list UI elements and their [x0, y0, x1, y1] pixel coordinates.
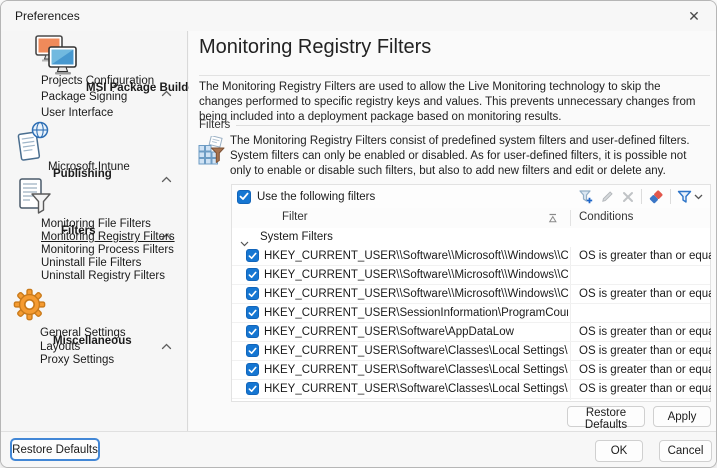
chevron-up-icon[interactable]: [161, 337, 172, 355]
restore-defaults-button[interactable]: Restore Defaults: [567, 406, 645, 427]
row-checkbox[interactable]: [246, 382, 259, 395]
conditions-cell: OS is greater than or equal to W: [579, 288, 711, 300]
sidebar-item-uninstall-registry-filters[interactable]: Uninstall Registry Filters: [41, 270, 165, 283]
filter-cell: HKEY_CURRENT_USER\SessionInformation\Pro…: [264, 307, 568, 319]
ok-button[interactable]: OK: [595, 440, 643, 462]
conditions-cell: OS is greater than or equal to W: [579, 250, 711, 262]
group-row-system-filters[interactable]: System Filters: [232, 228, 710, 247]
titlebar: Preferences ✕: [1, 1, 717, 31]
chevron-up-icon[interactable]: [161, 170, 172, 188]
filter-cell: HKEY_CURRENT_USER\\Software\\Microsoft\\…: [264, 250, 568, 262]
add-filter-icon[interactable]: [578, 189, 594, 205]
row-checkbox[interactable]: [246, 268, 259, 281]
footer: Restore Defaults OK Cancel: [1, 431, 717, 468]
filters-toolbar: Use the following filters: [231, 184, 711, 209]
table-row[interactable]: HKEY_CURRENT_USER\Software\AppDataLow OS…: [232, 323, 710, 342]
table-row[interactable]: HKEY_CURRENT_USER\\Software\\Microsoft\\…: [232, 266, 710, 285]
use-filters-label[interactable]: Use the following filters: [257, 191, 375, 203]
filters-group-line: [236, 125, 710, 126]
filter-cell: HKEY_CURRENT_USER\\Software\\Microsoft\\…: [264, 269, 568, 281]
filters-table: System Filters HKEY_CURRENT_USER\\Softwa…: [231, 228, 711, 402]
close-icon[interactable]: ✕: [684, 7, 704, 25]
chevron-up-icon[interactable]: [161, 84, 172, 102]
filter-cell: HKEY_CURRENT_USER\Software\Classes\Local…: [264, 345, 568, 357]
publishing-icon: [16, 121, 50, 168]
conditions-cell: OS is greater than or equal to W: [579, 364, 711, 376]
apply-button[interactable]: Apply: [653, 406, 711, 427]
table-row[interactable]: HKEY_CURRENT_USER\Software\Classes\Local…: [232, 380, 710, 399]
sidebar-item-monitoring-process-filters[interactable]: Monitoring Process Filters: [41, 244, 174, 257]
table-row[interactable]: HKEY_CURRENT_USER\Software\Classes\Local…: [232, 361, 710, 380]
sidebar-item-package-signing[interactable]: Package Signing: [41, 91, 127, 104]
cancel-button[interactable]: Cancel: [659, 440, 712, 462]
column-header-conditions[interactable]: Conditions: [579, 211, 633, 223]
sidebar-item-microsoft-intune[interactable]: Microsoft Intune: [48, 161, 130, 174]
column-header-filter[interactable]: Filter: [282, 211, 308, 223]
sort-ascending-icon: [548, 213, 559, 227]
sidebar-item-proxy-settings[interactable]: Proxy Settings: [40, 354, 114, 367]
column-divider: [570, 210, 571, 226]
registry-filter-icon: [198, 136, 225, 170]
page-title: Monitoring Registry Filters: [199, 36, 431, 59]
table-row[interactable]: HKEY_CURRENT_USER\\Software\\Microsoft\\…: [232, 285, 710, 304]
delete-filter-icon[interactable]: [621, 190, 635, 204]
conditions-cell: OS is greater than or equal to W: [579, 326, 711, 338]
row-checkbox[interactable]: [246, 306, 259, 319]
filter-cell: HKEY_CURRENT_USER\\Software\\Microsoft\\…: [264, 288, 568, 300]
toolbar-separator: [670, 189, 671, 204]
eraser-icon[interactable]: [648, 189, 664, 205]
conditions-cell: OS is greater than or equal to W: [579, 383, 711, 395]
window-title: Preferences: [15, 9, 80, 23]
row-checkbox[interactable]: [246, 249, 259, 262]
row-checkbox[interactable]: [246, 325, 259, 338]
filter-cell: HKEY_CURRENT_USER\Software\Classes\Local…: [264, 383, 568, 395]
title-divider: [199, 75, 710, 76]
toolbar-buttons: [578, 189, 710, 205]
filter-cell: HKEY_CURRENT_USER\Software\Classes\Local…: [264, 364, 568, 376]
preferences-dialog: Preferences ✕ MSI Package Builder Projec…: [0, 0, 717, 468]
table-row[interactable]: HKEY_CURRENT_USER\SessionInformation\Pro…: [232, 304, 710, 323]
table-row[interactable]: HKEY_CURRENT_USER\\Software\\Microsoft\\…: [232, 247, 710, 266]
edit-filter-icon[interactable]: [600, 189, 615, 204]
table-row[interactable]: HKEY_CURRENT_USER\Software\Classes\Local…: [232, 342, 710, 361]
sidebar-item-user-interface[interactable]: User Interface: [41, 107, 113, 120]
main-panel: Monitoring Registry Filters The Monitori…: [189, 31, 717, 431]
sidebar-item-projects-configuration[interactable]: Projects Configuration: [41, 75, 154, 88]
row-checkbox[interactable]: [246, 344, 259, 357]
sidebar-item-general-settings[interactable]: General Settings: [40, 327, 126, 340]
sidebar: MSI Package Builder Projects Configurati…: [1, 31, 188, 431]
table-header: Filter Conditions: [231, 208, 711, 229]
sidebar-item-monitoring-registry-filters[interactable]: Monitoring Registry Filters: [41, 231, 175, 244]
use-filters-checkbox[interactable]: [237, 190, 251, 204]
filter-cell: HKEY_CURRENT_USER\Software\AppDataLow: [264, 326, 568, 338]
gear-icon: [13, 288, 46, 326]
sidebar-item-uninstall-file-filters[interactable]: Uninstall File Filters: [41, 257, 141, 270]
filters-icon: [18, 177, 52, 219]
restore-all-defaults-button[interactable]: Restore Defaults: [10, 438, 100, 461]
filters-group-label: Filters: [199, 119, 230, 131]
filter-dropdown-icon[interactable]: [677, 189, 703, 204]
conditions-cell: OS is greater than or equal to W: [579, 345, 711, 357]
page-description: The Monitoring Registry Filters are used…: [199, 80, 707, 125]
toolbar-separator: [641, 189, 642, 204]
sidebar-item-monitoring-file-filters[interactable]: Monitoring File Filters: [41, 218, 151, 231]
row-checkbox[interactable]: [246, 287, 259, 300]
filters-group-description: The Monitoring Registry Filters consist …: [230, 134, 710, 178]
sidebar-item-layouts[interactable]: Layouts: [40, 341, 80, 354]
group-row-label: System Filters: [260, 231, 333, 243]
row-checkbox[interactable]: [246, 363, 259, 376]
